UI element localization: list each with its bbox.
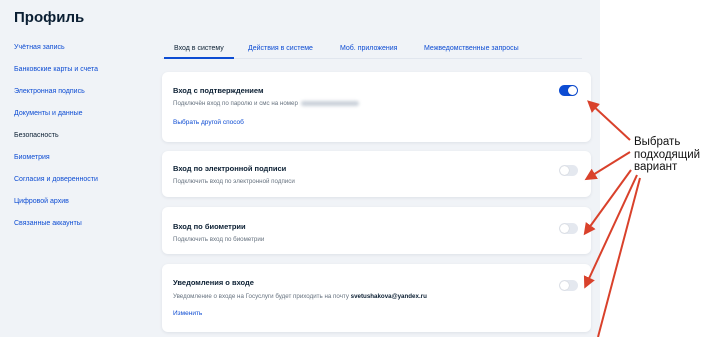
sidebar-item-account[interactable]: Учётная запись (14, 44, 154, 66)
annotation-line-1: Выбрать (634, 136, 681, 148)
card-login-notifications: Уведомления о входе Уведомление о входе … (162, 264, 591, 332)
sidebar: Учётная запись Банковские карты и счета … (14, 44, 154, 242)
page-title: Профиль (14, 9, 85, 26)
tab-login[interactable]: Вход в систему (174, 45, 224, 52)
tab-bar: Вход в систему Действия в системе Моб. п… (162, 39, 582, 59)
blurred-phone-number (300, 100, 359, 106)
card-title: Уведомления о входе (173, 278, 254, 287)
tab-system-actions[interactable]: Действия в системе (248, 45, 313, 52)
active-tab-indicator (164, 57, 234, 59)
confirmed-login-toggle[interactable] (559, 85, 578, 96)
sidebar-item-biometrics[interactable]: Биометрия (14, 154, 154, 176)
card-confirmed-login: Вход с подтверждением Подключён вход по … (162, 72, 591, 142)
card-title: Вход по биометрии (173, 222, 246, 231)
sidebar-item-linked-accounts[interactable]: Связанные аккаунты (14, 220, 154, 242)
sidebar-item-documents[interactable]: Документы и данные (14, 110, 154, 132)
toggle-knob (560, 224, 569, 233)
sidebar-item-e-signature[interactable]: Электронная подпись (14, 88, 154, 110)
annotation-line-2: подходящий (634, 148, 701, 161)
esign-login-toggle[interactable] (559, 165, 578, 176)
card-description-text: Уведомление о входе на Госуслуги будет п… (173, 293, 349, 300)
sidebar-item-security[interactable]: Безопасность (14, 132, 154, 154)
change-email-link[interactable]: Изменить (173, 310, 202, 317)
toggle-knob (560, 281, 569, 290)
arrow-extra (597, 177, 641, 337)
toggle-knob (568, 86, 577, 95)
card-description-text: Подключён вход по паролю и смс на номер (173, 100, 298, 107)
card-description: Подключить вход по биометрии (173, 236, 265, 243)
card-esign-login: Вход по электронной подписи Подключить в… (162, 151, 591, 197)
card-title: Вход с подтверждением (173, 86, 264, 95)
tab-interagency-requests[interactable]: Межведомственные запросы (424, 45, 519, 52)
sidebar-item-consents[interactable]: Согласия и доверенности (14, 176, 154, 198)
card-biometric-login: Вход по биометрии Подключить вход по био… (162, 207, 591, 254)
sidebar-item-bank-cards[interactable]: Банковские карты и счета (14, 66, 154, 88)
card-description: Уведомление о входе на Госуслуги будет п… (173, 293, 427, 300)
card-description: Подключить вход по электронной подписи (173, 178, 295, 185)
biometric-login-toggle[interactable] (559, 223, 578, 234)
card-description: Подключён вход по паролю и смс на номер (173, 100, 359, 107)
login-notifications-toggle[interactable] (559, 280, 578, 291)
tab-mobile-apps[interactable]: Моб. приложения (340, 45, 397, 52)
card-title: Вход по электронной подписи (173, 164, 287, 173)
toggle-knob (560, 166, 569, 175)
annotation-line-3: вариант (634, 161, 678, 173)
notification-email: svetushakova@yandex.ru (350, 293, 427, 300)
sidebar-item-digital-archive[interactable]: Цифровой архив (14, 198, 154, 220)
annotation-text: Выбрать подходящий вариант (634, 136, 700, 174)
choose-other-method-link[interactable]: Выбрать другой способ (173, 119, 244, 126)
